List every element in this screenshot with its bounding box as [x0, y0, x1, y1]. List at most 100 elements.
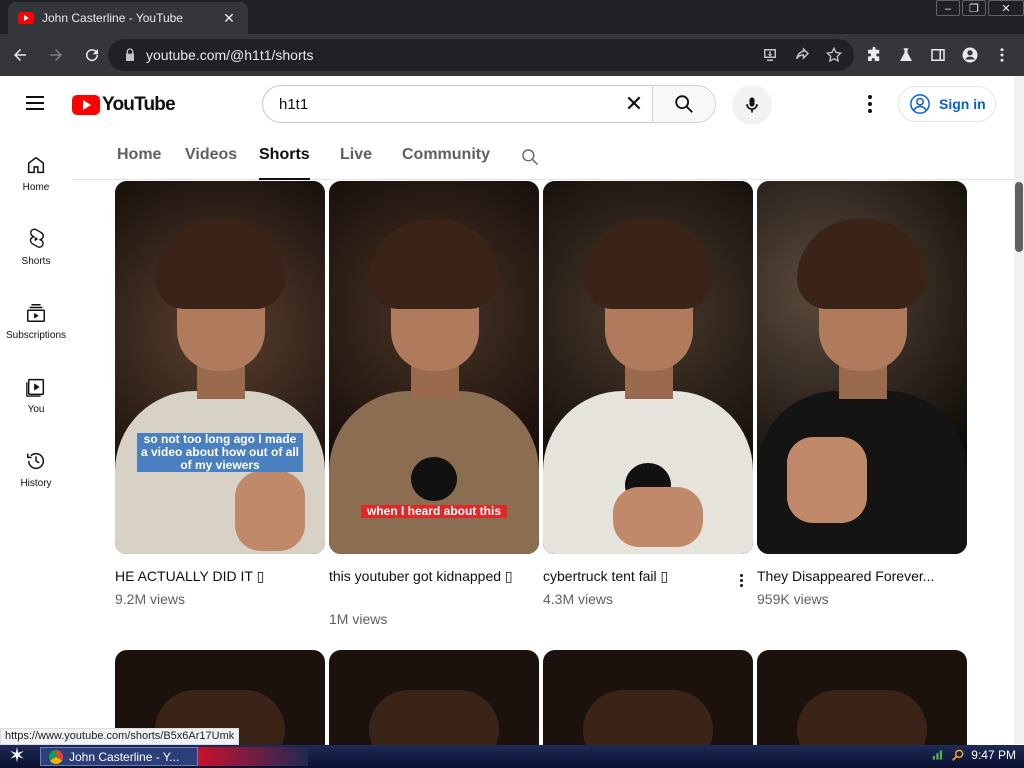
microphone-icon: [746, 97, 758, 113]
tab-close-button[interactable]: ✕: [220, 10, 238, 27]
guide-item-label: You: [27, 404, 45, 415]
address-bar[interactable]: youtube.com/@h1t1/shorts: [108, 39, 854, 71]
page-scrollbar[interactable]: [1014, 76, 1024, 744]
channel-tabs: Home Videos Shorts Live Community: [72, 132, 1014, 180]
search-button[interactable]: [652, 85, 716, 123]
taskbar-window-button[interactable]: John Casterline - Y...: [40, 747, 198, 766]
short-thumbnail[interactable]: [543, 650, 753, 750]
install-app-button[interactable]: [758, 43, 782, 67]
back-arrow-icon: [14, 49, 26, 61]
tab-videos[interactable]: Videos: [185, 146, 237, 164]
back-button[interactable]: [4, 39, 36, 71]
history-icon: [27, 453, 45, 470]
url-text: youtube.com/@h1t1/shorts: [146, 47, 314, 63]
star-icon: [825, 46, 843, 63]
subscriptions-icon: [27, 304, 45, 322]
youtube-masthead: YouTube h1t1 ✕ Sign in: [0, 76, 1014, 132]
link-status-bubble: https://www.youtube.com/shorts/B5x6Ar17U…: [0, 728, 240, 745]
short-thumbnail[interactable]: when I heard about this: [329, 181, 539, 554]
browser-menu-button[interactable]: [990, 43, 1014, 67]
youtube-logo[interactable]: YouTube: [72, 94, 176, 116]
reload-button[interactable]: [76, 39, 108, 71]
lock-icon: [126, 48, 134, 61]
mini-guide: Home Shorts Subscriptions You History: [0, 132, 72, 502]
youtube-favicon-icon: [18, 12, 34, 24]
guide-menu-button[interactable]: [16, 92, 56, 116]
video-caption: when I heard about this: [361, 505, 507, 518]
side-panel-icon: [931, 49, 945, 61]
lavalier-mic: [411, 457, 457, 501]
shorts-icon: [29, 228, 44, 248]
tab-community[interactable]: Community: [402, 146, 490, 164]
profile-button[interactable]: [958, 43, 982, 67]
tab-shorts[interactable]: Shorts: [259, 146, 310, 180]
guide-item-label: Home: [22, 182, 50, 193]
window-close-button[interactable]: ✕: [988, 0, 1024, 16]
search-tray-icon[interactable]: [951, 748, 965, 762]
short-thumbnail[interactable]: [329, 650, 539, 750]
browser-toolbar: youtube.com/@h1t1/shorts: [0, 34, 1024, 76]
library-icon: [26, 378, 45, 397]
youtube-play-icon: [72, 95, 100, 115]
short-thumbnail[interactable]: [757, 181, 967, 554]
tab-home[interactable]: Home: [117, 146, 161, 164]
bookmark-button[interactable]: [822, 43, 846, 67]
sign-in-button[interactable]: Sign in: [898, 86, 996, 122]
network-icon[interactable]: [931, 748, 945, 762]
browser-tab[interactable]: John Casterline - YouTube ✕: [8, 2, 248, 34]
taskbar-decoration: [198, 747, 308, 766]
short-thumbnail[interactable]: [543, 181, 753, 554]
guide-item-history[interactable]: History: [0, 428, 72, 502]
puzzle-icon: [868, 46, 880, 61]
search-icon: [675, 95, 693, 113]
short-title[interactable]: HE ACTUALLY DID IT ▯: [115, 566, 315, 586]
view-count: 1M views: [329, 611, 388, 627]
short-thumbnail[interactable]: [757, 650, 967, 750]
forward-button[interactable]: [40, 39, 72, 71]
labs-button[interactable]: [894, 43, 918, 67]
guide-item-label: Subscriptions: [5, 330, 67, 341]
clear-search-button[interactable]: ✕: [616, 91, 652, 117]
short-title[interactable]: this youtuber got kidnapped ▯: [329, 566, 529, 586]
system-tray: 9:47 PM: [931, 748, 1016, 762]
channel-search-icon[interactable]: [520, 147, 540, 167]
view-count: 4.3M views: [543, 591, 614, 607]
guide-item-label: History: [20, 478, 52, 489]
guide-item-you[interactable]: You: [0, 354, 72, 428]
start-button[interactable]: ✶: [4, 746, 30, 767]
voice-search-button[interactable]: [732, 85, 772, 125]
guide-item-shorts[interactable]: Shorts: [0, 206, 72, 280]
tab-live[interactable]: Live: [340, 146, 372, 164]
vertical-dots-icon: [1000, 48, 1004, 62]
sign-in-label: Sign in: [939, 96, 986, 112]
extensions-button[interactable]: [862, 43, 886, 67]
view-count: 9.2M views: [115, 591, 186, 607]
flask-icon: [900, 48, 912, 61]
scrollbar-thumb[interactable]: [1015, 182, 1023, 252]
view-count: 959K views: [757, 591, 829, 607]
video-caption: so not too long ago I made a video about…: [137, 433, 303, 472]
short-title[interactable]: They Disappeared Forever...: [757, 566, 957, 586]
short-menu-button[interactable]: [731, 570, 751, 590]
restore-button[interactable]: ❐: [962, 0, 986, 16]
minimize-button[interactable]: –: [936, 0, 960, 16]
short-title[interactable]: cybertruck tent fail ▯: [543, 566, 723, 586]
guide-item-home[interactable]: Home: [0, 132, 72, 206]
window-controls: – ❐ ✕: [934, 0, 1024, 18]
youtube-wordmark: YouTube: [102, 94, 176, 115]
guide-item-subscriptions[interactable]: Subscriptions: [0, 280, 72, 354]
side-panel-button[interactable]: [926, 43, 950, 67]
search-query-text: h1t1: [279, 95, 309, 113]
chrome-icon: [49, 749, 63, 764]
clock: 9:47 PM: [971, 748, 1016, 762]
tab-title: John Casterline - YouTube: [42, 11, 183, 25]
account-circle-icon: [910, 94, 930, 114]
browser-titlebar: John Casterline - YouTube ✕ – ❐ ✕: [0, 0, 1024, 34]
forward-arrow-icon: [50, 49, 62, 61]
short-thumbnail[interactable]: so not too long ago I made a video about…: [115, 181, 325, 554]
home-icon: [27, 156, 45, 174]
settings-menu-button[interactable]: [858, 92, 882, 116]
guide-item-label: Shorts: [21, 256, 51, 267]
search-input[interactable]: h1t1 ✕: [262, 85, 652, 123]
share-button[interactable]: [790, 43, 814, 67]
